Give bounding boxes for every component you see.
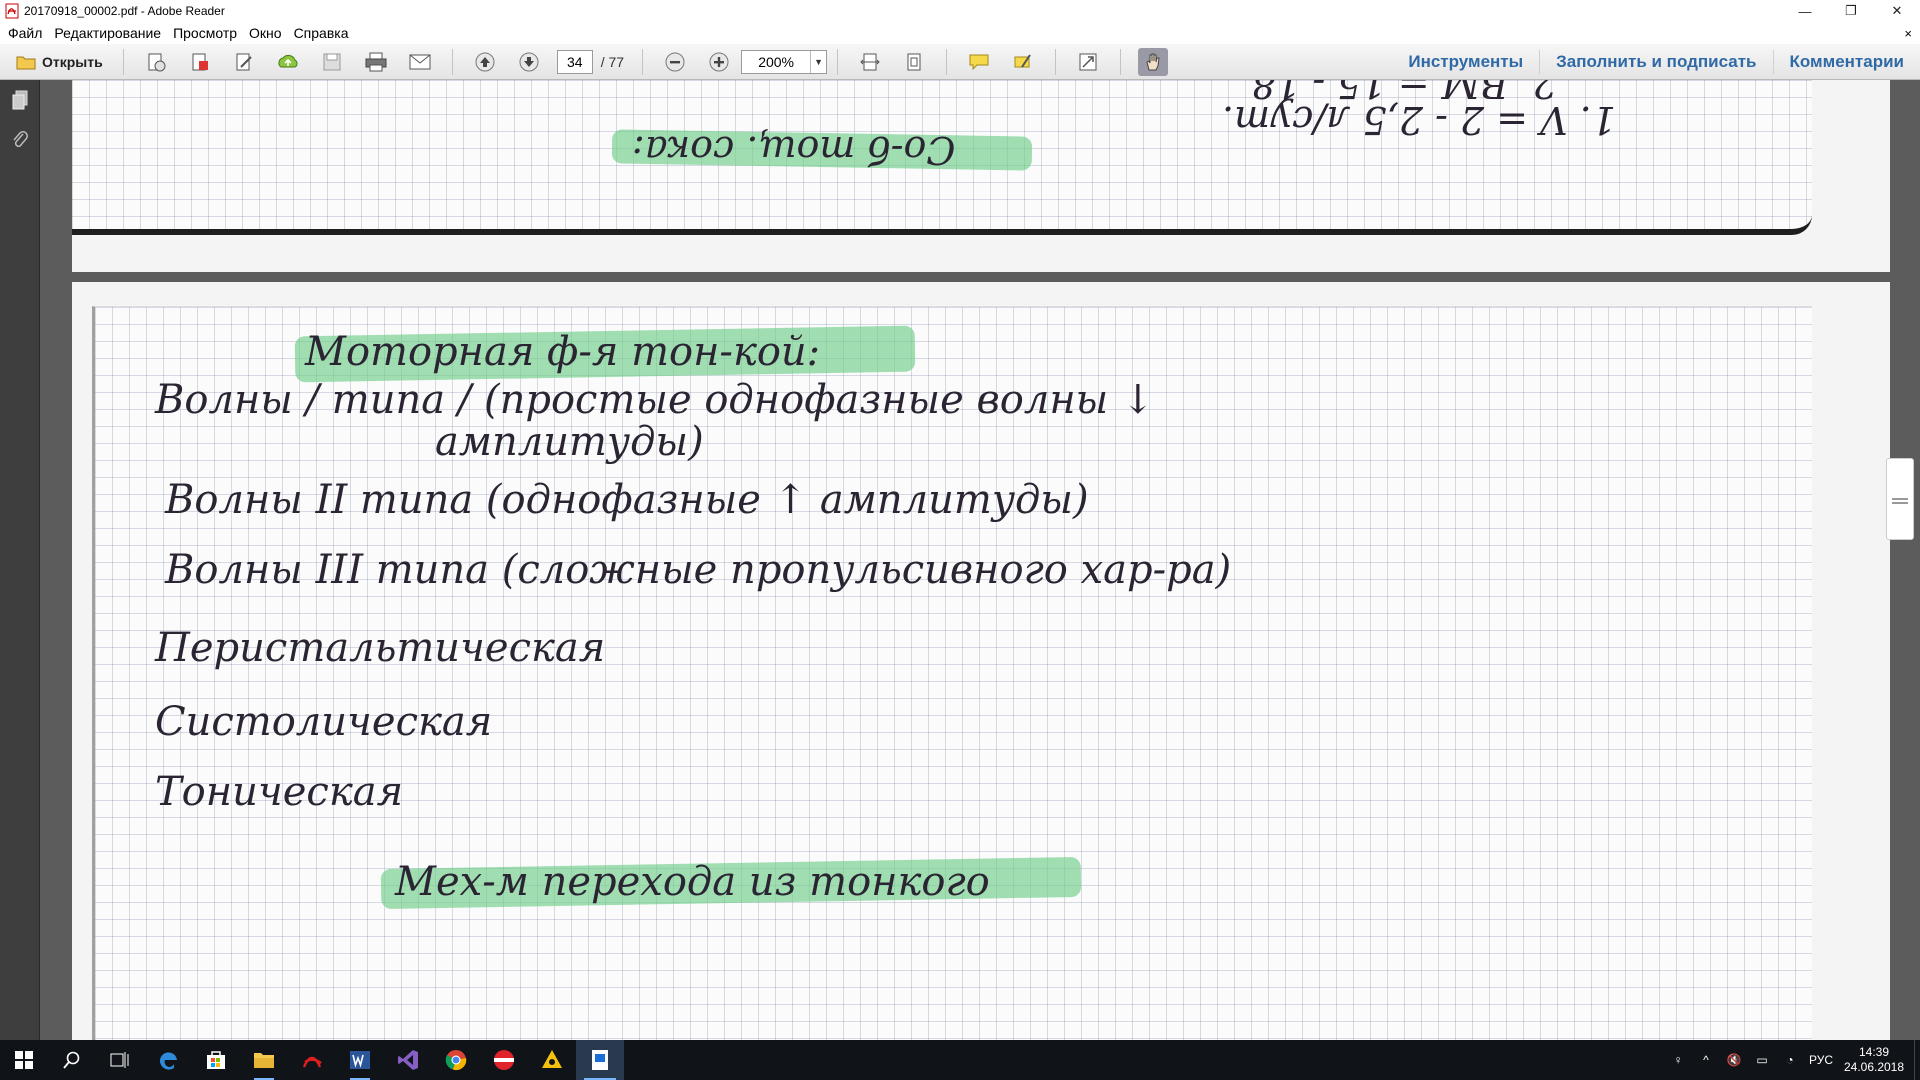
wifi-icon[interactable]: ◔ xyxy=(1776,1053,1804,1067)
create-pdf-icon[interactable] xyxy=(141,48,171,76)
page-number-input[interactable]: 34 xyxy=(556,49,593,74)
upload-cloud-icon[interactable] xyxy=(273,48,303,76)
zoom-in-icon[interactable] xyxy=(704,48,734,76)
document-view[interactable]: 1. V = 2 - 2,5 л/сут. 2. ВМ = 15 - 18 Со… xyxy=(40,80,1920,1040)
notebook-scan: Моторная ф-я тон-кой: Волны / типа / (пр… xyxy=(92,306,1812,1040)
handwritten-line: Волны II типа (однофазные ↑ амплитуды) xyxy=(165,477,1089,523)
page-thumbnails-icon[interactable] xyxy=(0,80,40,120)
handwritten-line: Со-б тощ. сока: xyxy=(632,128,956,172)
menu-file[interactable]: Файл xyxy=(0,25,48,41)
pdf-file-icon xyxy=(4,3,20,19)
open-button[interactable]: Открыть xyxy=(12,48,113,76)
full-screen-icon[interactable] xyxy=(1073,48,1103,76)
menu-bar: Файл Редактирование Просмотр Окно Справк… xyxy=(0,22,1920,44)
fit-page-icon[interactable] xyxy=(899,48,929,76)
menu-edit[interactable]: Редактирование xyxy=(48,25,167,41)
show-desktop-button[interactable] xyxy=(1914,1040,1920,1080)
toolbar-separator xyxy=(1120,48,1122,75)
zoom-value: 200% xyxy=(758,53,794,70)
email-icon[interactable] xyxy=(405,48,435,76)
notebook-scan: 1. V = 2 - 2,5 л/сут. 2. ВМ = 15 - 18 Со… xyxy=(72,80,1812,235)
volume-muted-icon[interactable]: 🔇 xyxy=(1720,1053,1748,1067)
open-button-label: Открыть xyxy=(42,53,103,70)
chrome-icon[interactable] xyxy=(432,1040,480,1080)
person-icon[interactable]: ♀ xyxy=(1664,1053,1692,1067)
document-close-button[interactable]: × xyxy=(1904,26,1912,41)
handwritten-line: амплитуды) xyxy=(435,419,704,465)
pdf-page: 1. V = 2 - 2,5 л/сут. 2. ВМ = 15 - 18 Со… xyxy=(72,80,1890,272)
restore-button[interactable]: ❐ xyxy=(1828,0,1874,22)
comment-icon[interactable] xyxy=(964,48,994,76)
chevron-up-icon[interactable]: ^ xyxy=(1692,1053,1720,1067)
chevron-down-icon[interactable]: ▼ xyxy=(810,50,826,73)
toolbar-separator xyxy=(837,48,839,75)
panel-links: Инструменты Заполнить и подписать Коммен… xyxy=(1392,44,1920,79)
handwritten-heading: Мех-м перехода из тонкого xyxy=(395,859,990,905)
highlight-icon[interactable] xyxy=(1008,48,1038,76)
adobe-acrobat-icon[interactable] xyxy=(288,1040,336,1080)
fit-width-icon[interactable] xyxy=(855,48,885,76)
toolbar-separator xyxy=(1055,48,1057,75)
menu-view[interactable]: Просмотр xyxy=(167,25,243,41)
toolbar: Открыть 34 / 77 200% ▼ Инструменты Запол… xyxy=(0,44,1920,80)
fill-sign-panel-link[interactable]: Заполнить и подписать xyxy=(1539,49,1772,74)
handwritten-heading: Моторная ф-я тон-кой: xyxy=(305,329,821,375)
edit-pdf-icon[interactable] xyxy=(229,48,259,76)
next-page-icon[interactable] xyxy=(514,48,544,76)
previous-page-icon[interactable] xyxy=(470,48,500,76)
search-icon[interactable] xyxy=(48,1040,96,1080)
save-icon[interactable] xyxy=(317,48,347,76)
folder-icon xyxy=(16,56,36,69)
input-language[interactable]: РУС xyxy=(1804,1053,1838,1067)
handwritten-line: Перистальтическая xyxy=(155,625,606,671)
toolbar-separator xyxy=(642,48,644,75)
pdf-page: Моторная ф-я тон-кой: Волны / типа / (пр… xyxy=(72,282,1890,1040)
handwritten-line: Систолическая xyxy=(155,699,493,745)
export-pdf-icon[interactable] xyxy=(185,48,215,76)
task-view-icon[interactable] xyxy=(96,1040,144,1080)
yandex-disk-icon[interactable] xyxy=(528,1040,576,1080)
close-button[interactable]: ✕ xyxy=(1874,0,1920,22)
toolbar-separator xyxy=(122,48,124,75)
minimize-button[interactable]: — xyxy=(1782,0,1828,22)
handwritten-line: Тоническая xyxy=(155,769,404,815)
scrollbar-thumb[interactable] xyxy=(1886,458,1914,540)
tools-panel-link[interactable]: Инструменты xyxy=(1392,50,1539,74)
clock[interactable]: 14:39 24.06.2018 xyxy=(1838,1045,1910,1075)
handwritten-line: Волны III типа (сложные пропульсивного х… xyxy=(165,547,1232,593)
window-title: 20170918_00002.pdf - Adobe Reader xyxy=(24,4,225,18)
opera-icon[interactable] xyxy=(480,1040,528,1080)
handwritten-line: 2. ВМ = 15 - 18 xyxy=(1252,80,1557,106)
store-icon[interactable] xyxy=(192,1040,240,1080)
hand-tool-icon[interactable] xyxy=(1138,47,1169,76)
handwritten-line: Волны / типа / (простые однофазные волны… xyxy=(155,377,1155,423)
toolbar-separator xyxy=(451,48,453,75)
toolbar-separator xyxy=(946,48,948,75)
zoom-select[interactable]: 200% ▼ xyxy=(741,49,828,74)
zoom-out-icon[interactable] xyxy=(660,48,690,76)
explorer-icon[interactable] xyxy=(240,1040,288,1080)
attachments-icon[interactable] xyxy=(0,120,40,160)
adobe-reader-icon[interactable] xyxy=(576,1040,624,1080)
system-tray: ♀ ^ 🔇 ▭ ◔ РУС 14:39 24.06.2018 xyxy=(1664,1040,1920,1080)
comment-panel-link[interactable]: Комментарии xyxy=(1772,49,1920,74)
menu-help[interactable]: Справка xyxy=(288,25,355,41)
page-total: / 77 xyxy=(600,53,625,70)
start-icon[interactable] xyxy=(0,1040,48,1080)
clock-date: 24.06.2018 xyxy=(1843,1060,1905,1074)
word-icon[interactable] xyxy=(336,1040,384,1080)
menu-window[interactable]: Окно xyxy=(243,25,288,41)
title-bar: 20170918_00002.pdf - Adobe Reader — ❐ ✕ xyxy=(0,0,1920,22)
clock-time: 14:39 xyxy=(1858,1045,1890,1059)
print-icon[interactable] xyxy=(361,48,391,76)
taskbar: ♀ ^ 🔇 ▭ ◔ РУС 14:39 24.06.2018 xyxy=(0,1040,1920,1080)
battery-icon[interactable]: ▭ xyxy=(1748,1053,1776,1067)
edge-icon[interactable] xyxy=(144,1040,192,1080)
visual-studio-icon[interactable] xyxy=(384,1040,432,1080)
navigation-pane xyxy=(0,80,40,1040)
